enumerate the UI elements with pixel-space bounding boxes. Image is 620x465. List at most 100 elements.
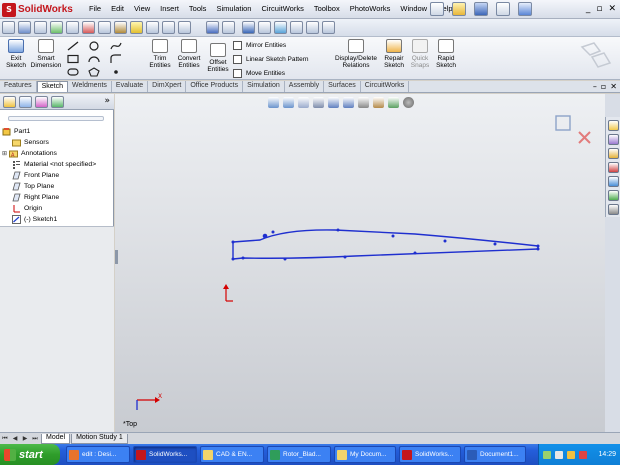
- zoom-to-area-icon[interactable]: [283, 97, 294, 108]
- tab-sketch[interactable]: Sketch: [36, 81, 69, 92]
- point-icon[interactable]: [110, 67, 122, 77]
- apply-scene-icon[interactable]: [388, 97, 399, 108]
- menu-circuitworks[interactable]: CircuitWorks: [256, 4, 308, 13]
- restore-icon[interactable]: ▫: [596, 4, 602, 14]
- taskbar-item-solidworks[interactable]: SolidWorks...: [133, 446, 197, 463]
- select-icon[interactable]: [98, 21, 111, 34]
- tab-surfaces[interactable]: Surfaces: [324, 81, 361, 92]
- dimxpert-manager-tab-icon[interactable]: [51, 96, 64, 108]
- menu-insert[interactable]: Insert: [155, 4, 184, 13]
- save-toolbar-icon[interactable]: [34, 21, 47, 34]
- menu-file[interactable]: File: [84, 4, 106, 13]
- menu-view[interactable]: View: [129, 4, 155, 13]
- design-library-icon[interactable]: [608, 134, 619, 145]
- tree-node-sketch1[interactable]: (-) Sketch1: [2, 214, 112, 225]
- section-view-icon[interactable]: [313, 97, 324, 108]
- hide-show-items-icon[interactable]: [358, 97, 369, 108]
- rebuild-icon[interactable]: [50, 21, 63, 34]
- tree-filter-bar[interactable]: [8, 116, 104, 121]
- offset-entities-button[interactable]: Offset Entities: [206, 43, 230, 73]
- tree-node-right-plane[interactable]: Right Plane: [2, 192, 112, 203]
- tree-node-front-plane[interactable]: Front Plane: [2, 170, 112, 181]
- panel-expand-icon[interactable]: »: [104, 96, 110, 106]
- smart-dimension-button[interactable]: Smart Dimension: [30, 39, 62, 69]
- tab-weldments[interactable]: Weldments: [68, 81, 112, 92]
- sketch-icon[interactable]: [162, 21, 175, 34]
- first-tab-icon[interactable]: ⏮: [0, 435, 10, 443]
- display-delete-relations-button[interactable]: Display/Delete Relations: [333, 39, 379, 69]
- doc-close-icon[interactable]: ✕: [610, 82, 617, 91]
- doc-minimize-icon[interactable]: –: [593, 82, 597, 91]
- sketch-fillet-icon[interactable]: [110, 54, 122, 64]
- slot-icon[interactable]: [67, 67, 79, 77]
- edit-appearance-icon[interactable]: [373, 97, 384, 108]
- tab-circuitworks[interactable]: CircuitWorks: [361, 81, 410, 92]
- mirror-entities-button[interactable]: Mirror Entities: [233, 41, 286, 50]
- zoom-fit-icon[interactable]: [274, 21, 287, 34]
- save-icon[interactable]: [474, 2, 488, 16]
- view-palette-icon[interactable]: [608, 176, 619, 187]
- rectangle-icon[interactable]: [67, 54, 79, 64]
- 3d-view-icon[interactable]: [146, 21, 159, 34]
- taskbar-item-solidworks-2[interactable]: SolidWorks...: [399, 446, 461, 463]
- close-icon[interactable]: ✕: [608, 4, 616, 14]
- tree-node-annotations[interactable]: ⊞ A Annotations: [2, 148, 112, 159]
- exit-sketch-button[interactable]: Exit Sketch: [4, 39, 28, 69]
- pan-icon[interactable]: [322, 21, 335, 34]
- tab-assembly[interactable]: Assembly: [285, 81, 325, 92]
- network-tray-icon[interactable]: [543, 450, 551, 459]
- filter-icon[interactable]: [206, 21, 219, 34]
- tab-motion-study[interactable]: Motion Study 1: [71, 433, 128, 444]
- tab-simulation[interactable]: Simulation: [243, 81, 285, 92]
- taskbar-item-document1[interactable]: Document1...: [464, 446, 526, 463]
- tab-dimxpert[interactable]: DimXpert: [148, 81, 187, 92]
- trim-entities-button[interactable]: Trim Entities: [148, 39, 172, 69]
- volume-tray-icon[interactable]: [555, 450, 563, 459]
- antivirus-tray-icon[interactable]: [579, 450, 587, 459]
- rotate-icon[interactable]: [306, 21, 319, 34]
- appearance-icon[interactable]: [114, 21, 127, 34]
- hide-icon[interactable]: [178, 21, 191, 34]
- next-tab-icon[interactable]: ▶: [20, 435, 30, 442]
- expand-icon[interactable]: ⊞: [2, 150, 9, 157]
- new-icon[interactable]: [2, 21, 15, 34]
- security-tray-icon[interactable]: [567, 450, 575, 459]
- custom-properties-icon[interactable]: [608, 204, 619, 215]
- menu-photoworks[interactable]: PhotoWorks: [345, 4, 396, 13]
- options-icon[interactable]: [66, 21, 79, 34]
- solidworks-logo[interactable]: S SolidWorks: [2, 1, 82, 18]
- file-explorer-icon[interactable]: [608, 148, 619, 159]
- properties-icon[interactable]: [82, 21, 95, 34]
- menu-window[interactable]: Window: [395, 4, 432, 13]
- zoom-to-fit-icon[interactable]: [268, 97, 279, 108]
- menu-tools[interactable]: Tools: [184, 4, 212, 13]
- graphics-area[interactable]: X *Top: [115, 94, 605, 432]
- taskbar-item-my-documents[interactable]: My Docum...: [334, 446, 396, 463]
- move-entities-button[interactable]: Move Entities: [233, 69, 285, 78]
- rapid-sketch-button[interactable]: Rapid Sketch: [434, 39, 458, 69]
- arc-icon[interactable]: [88, 54, 100, 64]
- linear-sketch-pattern-button[interactable]: Linear Sketch Pattern: [233, 55, 309, 64]
- view-settings-icon[interactable]: [403, 97, 414, 108]
- undo-icon[interactable]: [518, 2, 532, 16]
- display-style-icon[interactable]: [343, 97, 354, 108]
- solidworks-resources-icon[interactable]: [608, 120, 619, 131]
- tab-office-products[interactable]: Office Products: [186, 81, 244, 92]
- minimize-icon[interactable]: _: [586, 4, 591, 14]
- line-icon[interactable]: [67, 41, 79, 51]
- search-icon[interactable]: [608, 162, 619, 173]
- open-icon[interactable]: [18, 21, 31, 34]
- prev-tab-icon[interactable]: ◀: [10, 435, 20, 442]
- new-document-icon[interactable]: [430, 2, 444, 16]
- previous-view-icon[interactable]: [298, 97, 309, 108]
- doc-restore-icon[interactable]: ▫: [601, 82, 606, 91]
- tree-node-origin[interactable]: Origin: [2, 203, 112, 214]
- tree-node-sensors[interactable]: Sensors: [2, 137, 112, 148]
- appearances-icon[interactable]: [608, 190, 619, 201]
- taskbar-item-rotor-blade[interactable]: Rotor_Blad...: [267, 446, 331, 463]
- menu-simulation[interactable]: Simulation: [211, 4, 256, 13]
- spline-icon[interactable]: [110, 41, 122, 51]
- repair-sketch-button[interactable]: Repair Sketch: [382, 39, 406, 69]
- taskbar-item-edit-design[interactable]: edit : Desi...: [66, 446, 130, 463]
- tab-features[interactable]: Features: [0, 81, 37, 92]
